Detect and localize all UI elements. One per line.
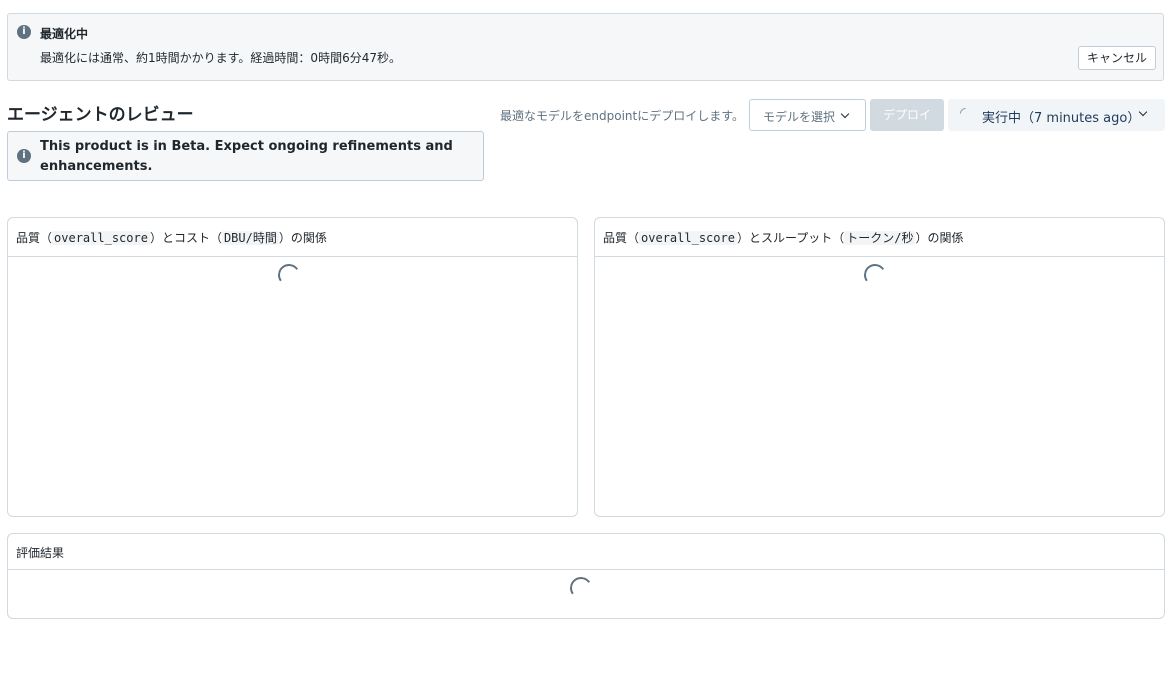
card-title: 品質（ overall_score ）とスループット（ トークン/秒 ）の関係 (603, 231, 964, 245)
cancel-button[interactable]: キャンセル (1077, 46, 1156, 70)
card-header: 品質（ overall_score ）とスループット（ トークン/秒 ）の関係 (595, 218, 1164, 257)
quality-vs-cost-card: 品質（ overall_score ）とコスト（ DBU/時間 ）の関係 (7, 217, 578, 517)
card-title: 評価結果 (16, 546, 65, 560)
card-header: 評価結果 (8, 534, 1164, 570)
metric-code: overall_score (52, 231, 150, 245)
beta-notice-text: This product is in Beta. Expect ongoing … (40, 139, 453, 174)
run-status-label: 実行中（7 minutes ago） (982, 111, 1141, 126)
loading-spinner-icon (862, 262, 888, 288)
info-icon: i (17, 149, 31, 163)
model-select-label: モデルを選択 (763, 110, 836, 124)
unit-code: トークン/秒 (844, 231, 916, 245)
card-header: 品質（ overall_score ）とコスト（ DBU/時間 ）の関係 (8, 218, 577, 257)
evaluation-results-card: 評価結果 (7, 533, 1165, 619)
deploy-hint: 最適なモデルをendpointにデプロイします。 (500, 109, 745, 123)
loading-spinner-icon (276, 262, 302, 288)
run-status-dropdown[interactable]: 実行中（7 minutes ago） (948, 99, 1165, 131)
beta-notice: i This product is in Beta. Expect ongoin… (7, 131, 484, 181)
chevron-down-icon (840, 109, 850, 119)
unit-code: DBU/時間 (221, 231, 279, 245)
quality-vs-throughput-card: 品質（ overall_score ）とスループット（ トークン/秒 ）の関係 (594, 217, 1165, 517)
optimization-banner: i 最適化中 最適化には通常、約1時間かかります。経過時間：0時間6分47秒。 … (7, 13, 1164, 81)
loading-spinner-icon (957, 105, 974, 122)
card-title: 品質（ overall_score ）とコスト（ DBU/時間 ）の関係 (16, 231, 327, 245)
banner-title: 最適化中 (40, 27, 89, 41)
deploy-button[interactable]: デプロイ (870, 99, 944, 131)
banner-message: 最適化には通常、約1時間かかります。経過時間：0時間6分47秒。 (40, 51, 401, 65)
page-title: エージェントのレビュー (7, 105, 194, 125)
info-icon: i (17, 25, 31, 39)
loading-spinner-icon (568, 575, 594, 601)
model-select-dropdown[interactable]: モデルを選択 (749, 99, 866, 131)
metric-code: overall_score (639, 231, 737, 245)
